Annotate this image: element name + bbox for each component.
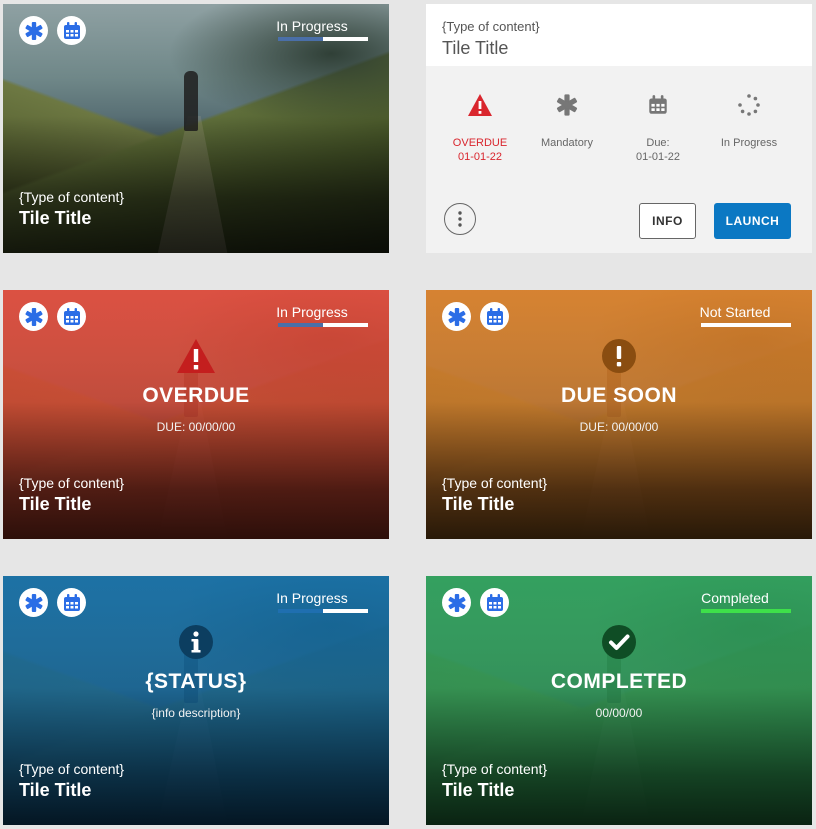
progress-bar xyxy=(701,609,791,613)
mandatory-badge xyxy=(442,302,471,331)
more-options-button[interactable] xyxy=(444,203,476,235)
vertical-dots-icon xyxy=(458,211,462,227)
status-heading: OVERDUE xyxy=(142,384,250,407)
status-label: Completed xyxy=(701,590,769,606)
progress-bar xyxy=(278,323,368,327)
due-date-badge xyxy=(480,302,509,331)
mandatory-badge xyxy=(19,302,48,331)
due-label: Due: xyxy=(646,137,670,149)
content-tile-overdue[interactable]: In Progress OVERDUE DUE: 00/00/00 {Type … xyxy=(3,290,389,539)
progress-bar xyxy=(701,323,791,327)
asterisk-icon xyxy=(556,94,578,116)
progress-label: In Progress xyxy=(720,137,778,149)
due-date-badge xyxy=(57,302,86,331)
status-label: In Progress xyxy=(276,18,348,34)
due-date: 01-01-22 xyxy=(635,151,681,163)
status-subtext: DUE: 00/00/00 xyxy=(156,420,236,434)
overdue-date: 01-01-22 xyxy=(457,151,503,163)
tile-title: Tile Title xyxy=(442,38,509,58)
status-subtext: {info description} xyxy=(151,706,241,720)
asterisk-icon xyxy=(24,307,43,326)
tile-title: Tile Title xyxy=(442,494,515,514)
calendar-icon xyxy=(63,593,80,611)
mandatory-badge xyxy=(19,588,48,617)
tile-title: Tile Title xyxy=(442,780,515,800)
asterisk-icon xyxy=(447,593,466,612)
status-label: In Progress xyxy=(276,304,348,320)
mandatory-status: Mandatory xyxy=(527,92,607,150)
launch-button[interactable]: LAUNCH xyxy=(714,203,791,239)
content-type-label: {Type of content} xyxy=(19,475,125,491)
progress-fill xyxy=(278,37,323,41)
warning-triangle-icon xyxy=(177,339,215,373)
content-tile-1[interactable]: In Progress {Type of content} Tile Title xyxy=(3,4,389,253)
status-heading: COMPLETED xyxy=(550,670,688,693)
calendar-icon xyxy=(486,307,503,325)
calendar-icon xyxy=(486,593,503,611)
calendar-icon xyxy=(649,95,667,114)
progress-fill xyxy=(278,323,323,327)
content-type-label: {Type of content} xyxy=(442,475,548,491)
mandatory-badge xyxy=(19,16,48,45)
calendar-icon xyxy=(63,21,80,39)
content-type-label: {Type of content} xyxy=(442,761,548,777)
status-label: In Progress xyxy=(276,590,348,606)
content-tile-status[interactable]: In Progress {STATUS} {info description} … xyxy=(3,576,389,825)
spinner-dots-icon xyxy=(738,94,760,116)
due-date-badge xyxy=(480,588,509,617)
progress-bar xyxy=(278,37,368,41)
progress-bar xyxy=(278,609,368,613)
asterisk-icon xyxy=(24,593,43,612)
info-circle-icon xyxy=(179,625,213,659)
content-tile-completed[interactable]: Completed COMPLETED 00/00/00 {Type of co… xyxy=(426,576,812,825)
checkmark-circle-icon xyxy=(602,625,636,659)
due-date-status: Due: 01-01-22 xyxy=(618,92,698,164)
due-date-badge xyxy=(57,588,86,617)
status-subtext: 00/00/00 xyxy=(595,706,643,720)
asterisk-icon xyxy=(24,21,43,40)
status-heading: {STATUS} xyxy=(145,670,247,693)
warning-triangle-icon xyxy=(468,94,492,116)
calendar-icon xyxy=(63,307,80,325)
content-type-label: {Type of content} xyxy=(19,189,125,205)
tile-title: Tile Title xyxy=(19,494,92,514)
content-type-label: {Type of content} xyxy=(442,19,540,34)
mandatory-badge xyxy=(442,588,471,617)
tile-title: Tile Title xyxy=(19,208,92,228)
progress-fill xyxy=(278,609,323,613)
content-tile-detail: {Type of content} Tile Title OVERDUE 01-… xyxy=(426,4,812,253)
overdue-label: OVERDUE xyxy=(452,137,508,149)
asterisk-icon xyxy=(447,307,466,326)
mandatory-label: Mandatory xyxy=(541,137,593,149)
status-subtext: DUE: 00/00/00 xyxy=(579,420,659,434)
detail-header: {Type of content} Tile Title xyxy=(426,4,812,66)
progress-status: In Progress xyxy=(709,92,789,150)
info-button[interactable]: INFO xyxy=(639,203,696,239)
exclamation-circle-icon xyxy=(602,339,636,373)
due-date-badge xyxy=(57,16,86,45)
content-tile-due-soon[interactable]: Not Started DUE SOON DUE: 00/00/00 {Type… xyxy=(426,290,812,539)
content-type-label: {Type of content} xyxy=(19,761,125,777)
overdue-status: OVERDUE 01-01-22 xyxy=(440,92,520,164)
progress-fill xyxy=(701,609,791,613)
tile-title: Tile Title xyxy=(19,780,92,800)
status-heading: DUE SOON xyxy=(560,384,677,407)
status-label: Not Started xyxy=(699,304,771,320)
